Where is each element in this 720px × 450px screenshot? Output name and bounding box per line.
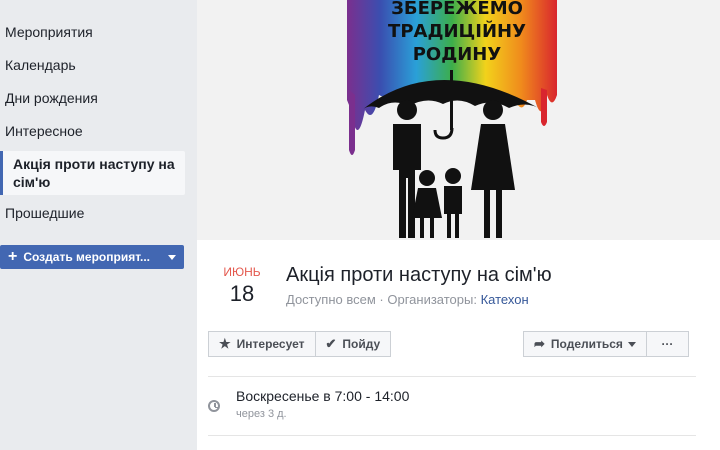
sidebar-item-events[interactable]: Мероприятия xyxy=(0,24,185,40)
events-sidebar: Мероприятия Календарь Дни рождения Интер… xyxy=(0,0,190,450)
sidebar-item-calendar[interactable]: Календарь xyxy=(0,57,185,73)
check-icon: ✔ xyxy=(325,336,337,351)
divider xyxy=(208,376,696,377)
event-title: Акція проти наступу на сім'ю xyxy=(286,264,552,286)
cover-text-1: ЗБЕРЕЖЕМО xyxy=(391,0,523,19)
star-icon: ★ xyxy=(219,336,231,351)
sidebar-item-current-event[interactable]: Акція проти наступу на сім'ю xyxy=(0,151,185,195)
more-options-button[interactable]: ··· xyxy=(646,331,689,357)
divider xyxy=(208,435,696,436)
going-label: Пойду xyxy=(342,337,381,351)
clock-icon xyxy=(208,400,220,412)
cover-text-3: РОДИНУ xyxy=(413,44,502,65)
rsvp-buttons: ★ Интересует ✔ Пойду xyxy=(208,331,392,357)
interested-label: Интересует xyxy=(236,337,305,351)
sidebar-item-discover[interactable]: Интересное xyxy=(0,123,185,139)
sidebar-item-birthdays[interactable]: Дни рождения xyxy=(0,90,185,106)
sidebar-item-past[interactable]: Прошедшие xyxy=(0,205,185,221)
cover-illustration: ЗБЕРЕЖЕМО ТРАДИЦІЙНУ РОДИНУ xyxy=(197,0,720,240)
share-button[interactable]: ➦ Поделиться xyxy=(523,331,647,357)
event-month: ИЮНЬ xyxy=(223,265,261,279)
share-label: Поделиться xyxy=(550,337,623,351)
going-button[interactable]: ✔ Пойду xyxy=(315,331,392,357)
event-day: 18 xyxy=(229,281,255,306)
interested-button[interactable]: ★ Интересует xyxy=(208,331,316,357)
share-buttons: ➦ Поделиться ··· xyxy=(523,331,689,357)
plus-icon: + xyxy=(8,248,18,265)
more-icon: ··· xyxy=(661,337,674,351)
create-event-button[interactable]: + Создать мероприят... xyxy=(0,245,184,269)
event-card: ЗБЕРЕЖЕМО ТРАДИЦІЙНУ РОДИНУ ИЮНЬ 18 Акці… xyxy=(197,0,720,450)
create-event-label: Создать мероприят... xyxy=(23,250,151,264)
cover-text-2: ТРАДИЦІЙНУ xyxy=(388,20,526,42)
event-visibility: Доступно всем xyxy=(286,292,376,307)
event-meta: Доступно всем · Организаторы: Катехон xyxy=(286,292,529,307)
event-time: Воскресенье в 7:00 - 14:00 xyxy=(236,388,410,404)
event-date: ИЮНЬ 18 xyxy=(217,265,267,307)
event-relative-time: через 3 д. xyxy=(236,408,287,420)
caret-down-icon xyxy=(168,254,176,260)
organizer-link[interactable]: Катехон xyxy=(481,292,529,307)
share-arrow-icon: ➦ xyxy=(534,336,545,351)
organizers-label: Организаторы: xyxy=(387,292,477,307)
event-cover-image[interactable]: ЗБЕРЕЖЕМО ТРАДИЦІЙНУ РОДИНУ xyxy=(197,0,720,240)
caret-down-icon xyxy=(627,341,636,347)
